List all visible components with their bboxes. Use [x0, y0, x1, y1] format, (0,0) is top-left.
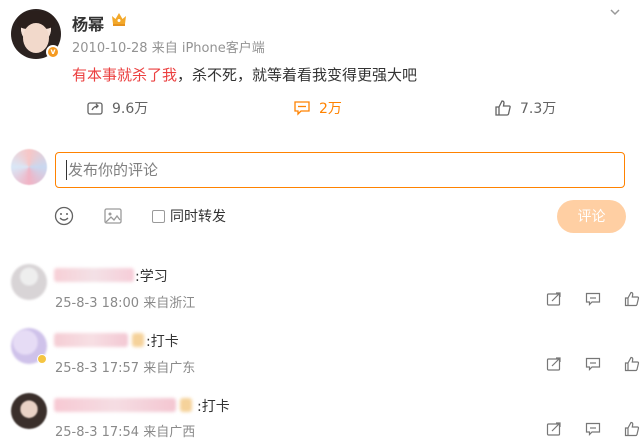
comment-meta: 25-8-3 17:57 来自广东 [55, 357, 195, 376]
comment-actions [546, 421, 640, 437]
comment-count: 2万 [319, 101, 342, 117]
post-content: 有本事就杀了我，杀不死，就等着看我变得更强大吧 [72, 64, 417, 85]
comment-input[interactable] [56, 153, 624, 187]
post-source: 来自 iPhone客户端 [151, 41, 265, 56]
comment-button[interactable]: 2万 [293, 98, 342, 118]
post-text: ，杀不死，就等着看我变得更强大吧 [177, 66, 418, 84]
comment-meta: 25-8-3 17:54 来自广西 [55, 421, 195, 440]
crown-icon [112, 13, 126, 26]
comment-time: 25-8-3 17:54 [55, 425, 140, 440]
commenter-avatar[interactable] [11, 264, 47, 300]
post-meta: 2010-10-28 来自 iPhone客户端 [72, 37, 265, 56]
current-user-avatar [11, 149, 47, 185]
comment-location: 来自广东 [143, 361, 196, 376]
comment-actions [546, 356, 640, 372]
like-button[interactable]: 7.3万 [494, 98, 556, 118]
image-icon[interactable] [103, 206, 123, 226]
reply-icon[interactable] [585, 421, 601, 437]
repost-toggle[interactable]: 同时转发 [152, 206, 226, 226]
like-icon [495, 100, 511, 116]
emoji-icon[interactable] [54, 206, 74, 226]
member-badge-icon [37, 354, 47, 364]
post-highlight-text: 有本事就杀了我 [72, 66, 178, 84]
user-badge-icon [132, 333, 144, 347]
commenter-avatar[interactable] [11, 393, 47, 429]
author-name[interactable]: 杨幂 [72, 11, 104, 35]
comment-time: 25-8-3 18:00 [55, 296, 140, 311]
repost-icon[interactable] [546, 356, 562, 372]
repost-icon[interactable] [546, 291, 562, 307]
comment-actions [546, 291, 640, 307]
submit-comment-button[interactable]: 评论 [557, 200, 626, 233]
comment-meta: 25-8-3 18:00 来自浙江 [55, 292, 195, 311]
chevron-down-icon[interactable] [609, 6, 621, 18]
like-count: 7.3万 [520, 101, 557, 117]
reply-icon[interactable] [585, 291, 601, 307]
repost-icon[interactable] [546, 421, 562, 437]
commenter-name-blurred[interactable] [54, 268, 134, 282]
comment-location: 来自浙江 [143, 296, 196, 311]
post-date[interactable]: 2010-10-28 [72, 41, 148, 56]
commenter-name-blurred[interactable] [54, 398, 176, 412]
comment-text: :打卡 [197, 399, 230, 415]
comment-text: :学习 [135, 269, 168, 285]
share-count: 9.6万 [112, 101, 149, 117]
like-icon[interactable] [624, 356, 640, 372]
reply-icon[interactable] [585, 356, 601, 372]
comment-time: 25-8-3 17:57 [55, 361, 140, 376]
repost-checkbox[interactable] [152, 209, 165, 223]
repost-label: 同时转发 [170, 209, 226, 225]
comment-text: :打卡 [146, 334, 179, 350]
share-icon [87, 102, 103, 115]
verified-badge-icon: v [46, 45, 60, 59]
like-icon[interactable] [624, 421, 640, 437]
commenter-name-blurred[interactable] [54, 333, 128, 347]
share-button[interactable]: 9.6万 [86, 98, 148, 118]
comment-icon [294, 101, 310, 116]
text-caret [66, 160, 67, 180]
comment-location: 来自广西 [143, 425, 196, 440]
user-badge-icon [180, 398, 192, 412]
comment-input-wrapper[interactable] [55, 152, 625, 188]
like-icon[interactable] [624, 291, 640, 307]
